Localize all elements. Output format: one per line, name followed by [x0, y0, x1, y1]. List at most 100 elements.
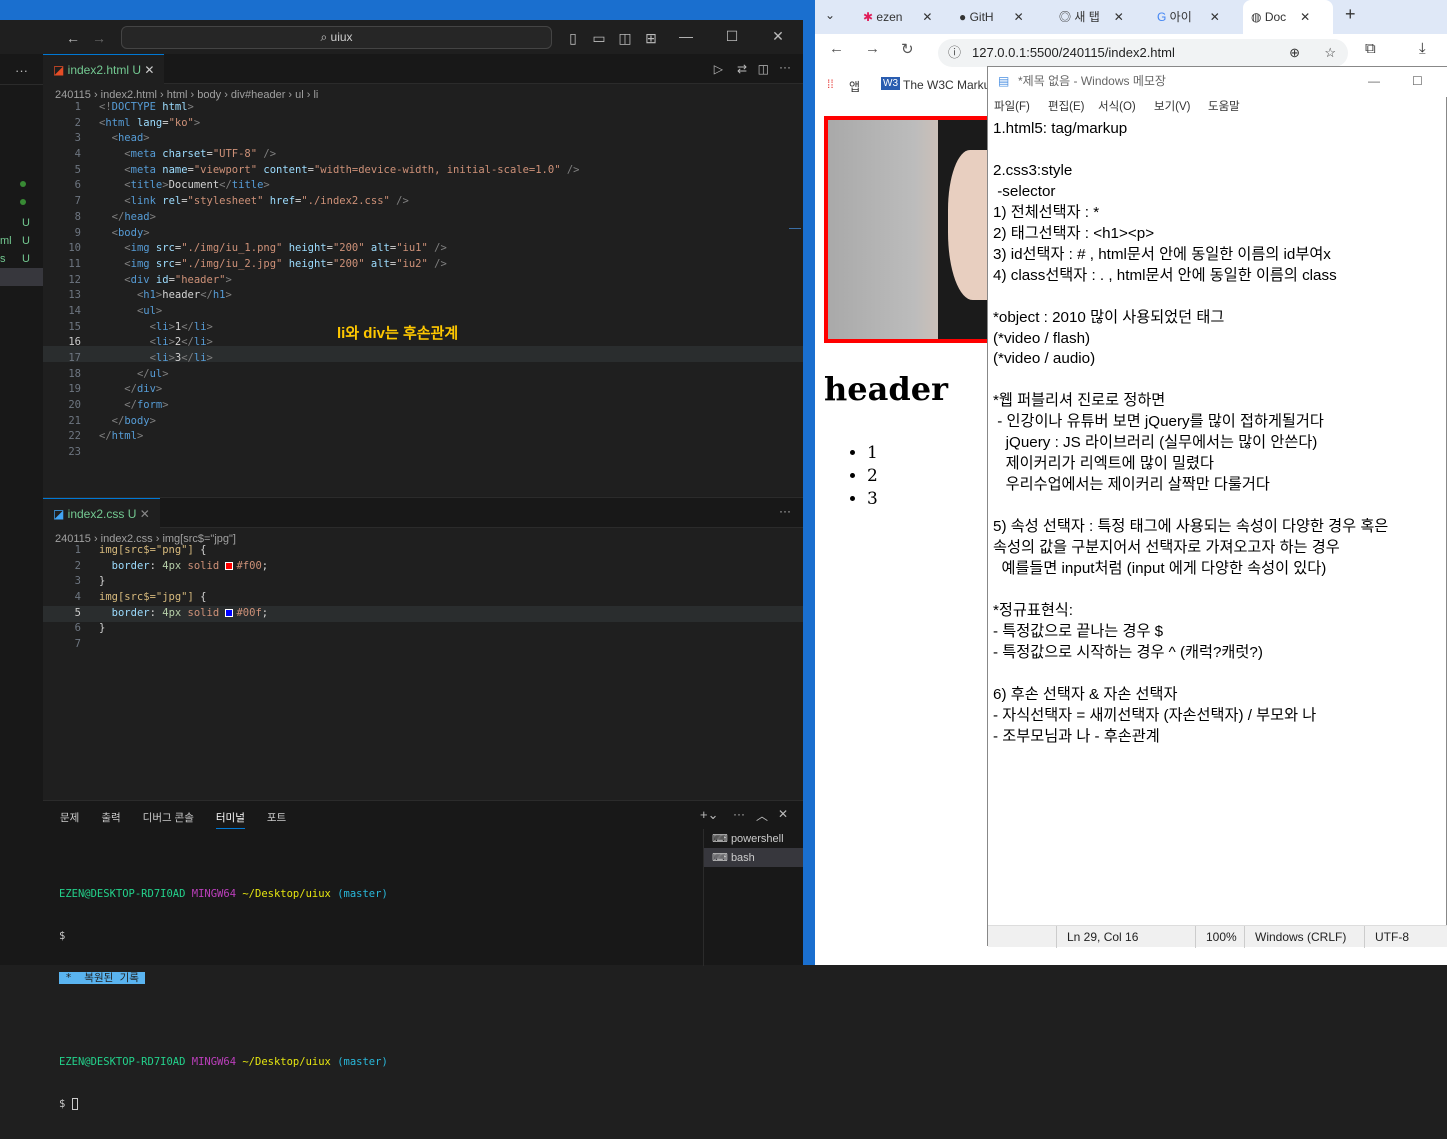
tab-index2-css[interactable]: ◪ index2.css U ✕: [43, 498, 160, 528]
code-line[interactable]: <div id="header">: [99, 273, 580, 289]
browser-tab[interactable]: G 아이 ✕: [1149, 0, 1239, 34]
menu-item[interactable]: 편집(E): [1048, 98, 1085, 114]
code-line[interactable]: }: [99, 574, 268, 590]
css-code[interactable]: img[src$="png"] { border: 4px solid #f00…: [99, 543, 268, 653]
notepad-text-area[interactable]: 1.html5: tag/markup 2.css3:style -select…: [993, 119, 1447, 884]
new-tab-icon[interactable]: +: [1345, 4, 1356, 25]
site-info-icon[interactable]: ⓘ: [948, 39, 961, 67]
more-actions-icon[interactable]: ···: [779, 504, 791, 518]
code-line[interactable]: <meta charset="UTF-8" />: [99, 147, 580, 163]
forward-icon[interactable]: →: [865, 40, 880, 57]
code-line[interactable]: <li>3</li>: [99, 351, 580, 367]
close-tab-icon[interactable]: ✕: [144, 63, 154, 77]
code-line[interactable]: <head>: [99, 131, 580, 147]
panel-tab[interactable]: 포트: [267, 810, 286, 825]
code-line[interactable]: <html lang="ko">: [99, 116, 580, 132]
code-line[interactable]: border: 4px solid #00f;: [99, 606, 268, 622]
tab-label: index2.html: [67, 63, 130, 77]
sidebar-file-name[interactable]: s: [0, 250, 12, 268]
minimize-icon[interactable]: —: [1368, 67, 1380, 95]
new-terminal-icon[interactable]: +⌄: [700, 807, 718, 823]
code-line[interactable]: <img src="./img/iu_2.jpg" height="200" a…: [99, 257, 580, 273]
code-line[interactable]: img[src$="png"] {: [99, 543, 268, 559]
bookmark-apps[interactable]: 앱: [849, 78, 860, 95]
terminal-item-powershell[interactable]: ⌨ powershell: [704, 829, 803, 848]
color-swatch[interactable]: [225, 561, 234, 570]
toggle-secondary-sidebar-icon[interactable]: ◫: [615, 28, 635, 48]
bookmark-star-icon[interactable]: ☆: [1324, 39, 1336, 67]
address-bar[interactable]: ⓘ 127.0.0.1:5500/240115/index2.html ⊕ ☆: [938, 39, 1348, 67]
download-icon[interactable]: ⤓: [1419, 40, 1426, 57]
code-line[interactable]: <!DOCTYPE html>: [99, 100, 580, 116]
back-arrow-icon[interactable]: ←: [63, 28, 83, 48]
code-line[interactable]: <img src="./img/iu_1.png" height="200" a…: [99, 241, 580, 257]
code-line[interactable]: </ul>: [99, 367, 580, 383]
code-line[interactable]: [99, 637, 268, 653]
close-tab-icon[interactable]: ✕: [1014, 10, 1024, 24]
close-tab-icon[interactable]: ✕: [922, 10, 932, 24]
code-line[interactable]: <ul>: [99, 304, 580, 320]
browser-tab[interactable]: ◎ 새 탭 ✕: [1051, 0, 1141, 34]
tab-index2-html[interactable]: ◪ index2.html U ✕: [43, 54, 165, 84]
code-line[interactable]: </head>: [99, 210, 580, 226]
code-line[interactable]: </body>: [99, 414, 580, 430]
code-line[interactable]: <body>: [99, 226, 580, 242]
close-tab-icon[interactable]: ✕: [1210, 10, 1220, 24]
menu-item[interactable]: 도움말: [1208, 98, 1240, 114]
panel-tab[interactable]: 디버그 콘솔: [143, 810, 194, 825]
browser-tab[interactable]: ✱ ezen ✕: [855, 0, 943, 34]
customize-layout-icon[interactable]: ⊞: [641, 28, 661, 48]
maximize-icon[interactable]: ☐: [722, 26, 742, 46]
terminal-item-bash[interactable]: ⌨ bash: [704, 848, 803, 867]
code-line[interactable]: <title>Document</title>: [99, 178, 580, 194]
back-icon[interactable]: ←: [829, 40, 844, 57]
zoom-icon[interactable]: ⊕: [1289, 39, 1300, 67]
maximize-panel-icon[interactable]: ︿: [756, 807, 768, 824]
toggle-panel-icon[interactable]: ▭: [589, 28, 609, 48]
code-line[interactable]: [99, 445, 580, 461]
forward-arrow-icon[interactable]: →: [89, 28, 109, 48]
close-tab-icon[interactable]: ✕: [1300, 10, 1310, 24]
extensions-icon[interactable]: ⧉: [1365, 40, 1376, 57]
panel-tabs[interactable]: 문제 출력 디버그 콘솔 터미널 포트: [60, 810, 308, 829]
menu-item[interactable]: 서식(O): [1098, 98, 1136, 114]
code-line[interactable]: <link rel="stylesheet" href="./index2.cs…: [99, 194, 580, 210]
run-icon[interactable]: ▷: [714, 62, 723, 76]
compare-icon[interactable]: ⇄: [737, 62, 747, 76]
split-editor-icon[interactable]: ◫: [758, 62, 769, 76]
more-actions-icon[interactable]: ···: [733, 807, 745, 821]
close-panel-icon[interactable]: ✕: [778, 807, 788, 821]
close-icon[interactable]: ✕: [768, 26, 788, 46]
more-actions-icon[interactable]: ···: [779, 60, 791, 74]
code-line[interactable]: border: 4px solid #f00;: [99, 559, 268, 575]
command-center-search[interactable]: ⌕ uiux: [121, 26, 552, 49]
html-code[interactable]: <!DOCTYPE html> <html lang="ko"> <head> <…: [99, 100, 580, 461]
bookmark-w3c[interactable]: The W3C Marku: [903, 78, 990, 92]
code-line[interactable]: </div>: [99, 382, 580, 398]
terminal-output[interactable]: EZEN@DESKTOP-RD7I0AD MINGW64 ~/Desktop/u…: [59, 859, 388, 1139]
code-line[interactable]: <h1>header</h1>: [99, 288, 580, 304]
restored-history-label: * 복원된 기록: [59, 972, 146, 984]
more-actions-icon[interactable]: ···: [15, 63, 28, 78]
code-line[interactable]: </form>: [99, 398, 580, 414]
browser-tab[interactable]: ● GitH ✕: [951, 0, 1041, 34]
panel-tab[interactable]: 문제: [60, 810, 79, 825]
code-line[interactable]: img[src$="jpg"] {: [99, 590, 268, 606]
close-tab-icon[interactable]: ✕: [140, 507, 150, 521]
reload-icon[interactable]: ↻: [901, 40, 914, 58]
color-swatch[interactable]: [225, 608, 234, 617]
code-line[interactable]: </html>: [99, 429, 580, 445]
menu-item[interactable]: 보기(V): [1154, 98, 1191, 114]
code-line[interactable]: <meta name="viewport" content="width=dev…: [99, 163, 579, 179]
panel-tab[interactable]: 출력: [101, 810, 120, 825]
sidebar-file-name[interactable]: ml: [0, 232, 12, 250]
minimize-icon[interactable]: —: [676, 26, 696, 46]
menu-item[interactable]: 파일(F): [994, 98, 1030, 114]
maximize-icon[interactable]: ☐: [1412, 67, 1423, 95]
close-tab-icon[interactable]: ✕: [1114, 10, 1124, 24]
tab-search-icon[interactable]: ⌄: [825, 8, 835, 22]
panel-tab[interactable]: 터미널: [215, 810, 245, 829]
toggle-sidebar-icon[interactable]: ▯: [563, 28, 583, 48]
code-line[interactable]: }: [99, 621, 268, 637]
browser-tab-active[interactable]: ◍ Doc ✕: [1243, 0, 1333, 34]
